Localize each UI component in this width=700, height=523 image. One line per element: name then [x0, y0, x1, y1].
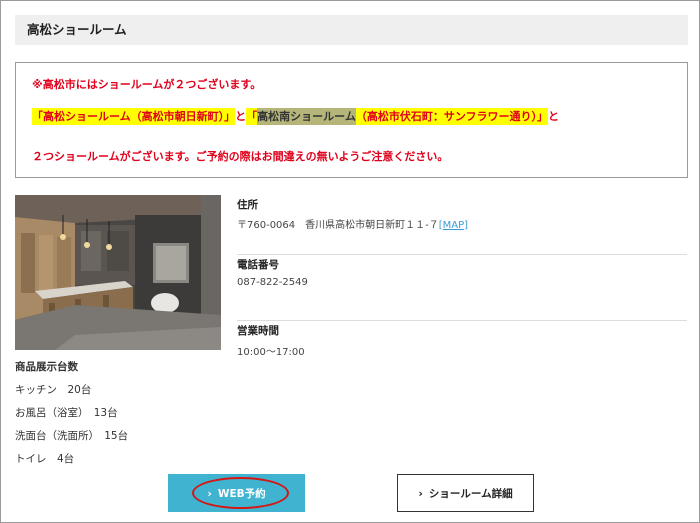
exhibit-item-toilet: トイレ 4台	[15, 453, 75, 465]
page-title: 高松ショールーム	[15, 15, 688, 45]
address-label: 住所	[237, 199, 258, 211]
showroom-info: 住所 〒760-0064 香川県高松市朝日新町１１-７[MAP] 電話番号 08…	[237, 195, 687, 381]
hours-section: 営業時間 10:00～17:00	[237, 321, 687, 381]
hours-label: 営業時間	[237, 325, 279, 337]
notice-conjunction-2: と	[548, 110, 560, 123]
map-bracket-close: ]	[464, 220, 469, 231]
exhibit-item-kitchen: キッチン 20台	[15, 384, 92, 396]
chevron-right-icon: ›	[207, 486, 212, 500]
showroom-detail-label: ショールーム詳細	[428, 487, 513, 500]
notice-line-2: 「高松ショールーム（高松市朝日新町）」と「高松南ショールーム（高松市伏石町：サン…	[32, 108, 560, 125]
exhibit-item-washbasin: 洗面台（洗面所） 15台	[15, 430, 129, 442]
address-text: 〒760-0064 香川県高松市朝日新町１１-７	[237, 220, 439, 231]
notice-line-3: ２つショールームがございます。ご予約の際はお間違えの無いようご注意ください。	[32, 150, 449, 163]
map-link[interactable]: MAP	[443, 220, 465, 231]
chevron-right-icon: ›	[418, 486, 423, 500]
highlight-fuseishi: （高松市伏石町：サンフラワー通り）」	[355, 108, 549, 125]
web-reservation-button[interactable]: › WEB予約	[168, 474, 305, 512]
notice-line-1: ※高松市にはショールームが２つございます。	[32, 78, 262, 91]
notice-box: ※高松市にはショールームが２つございます。 「高松ショールーム（高松市朝日新町）…	[15, 62, 688, 178]
phone-label: 電話番号	[237, 259, 279, 271]
showroom-photo	[15, 195, 221, 350]
exhibit-title: 商品展示台数	[15, 361, 78, 373]
exhibit-counts: 商品展示台数 キッチン 20台 お風呂（浴室） 13台 洗面台（洗面所） 15台…	[15, 359, 128, 474]
web-reservation-label: WEB予約	[217, 487, 266, 500]
exhibit-item-bath: お風呂（浴室） 13台	[15, 407, 118, 419]
notice-conjunction: と	[235, 110, 247, 123]
address-section: 住所 〒760-0064 香川県高松市朝日新町１１-７[MAP]	[237, 195, 687, 255]
highlight-takamatsu: 「高松ショールーム（高松市朝日新町）」	[32, 108, 236, 125]
highlight-takamatsu-minami: 高松南ショールーム	[257, 108, 356, 125]
address-value: 〒760-0064 香川県高松市朝日新町１１-７[MAP]	[237, 216, 468, 231]
hours-value: 10:00～17:00	[237, 347, 305, 358]
phone-section: 電話番号 087-822-2549	[237, 255, 687, 321]
web-reservation-content: › WEB予約	[207, 486, 265, 501]
showroom-detail-button[interactable]: › ショールーム詳細	[397, 474, 534, 512]
page-frame: 高松ショールーム ※高松市にはショールームが２つございます。 「高松ショールーム…	[0, 0, 700, 523]
phone-value: 087-822-2549	[237, 277, 308, 288]
highlight-bracket: 「	[246, 108, 258, 125]
